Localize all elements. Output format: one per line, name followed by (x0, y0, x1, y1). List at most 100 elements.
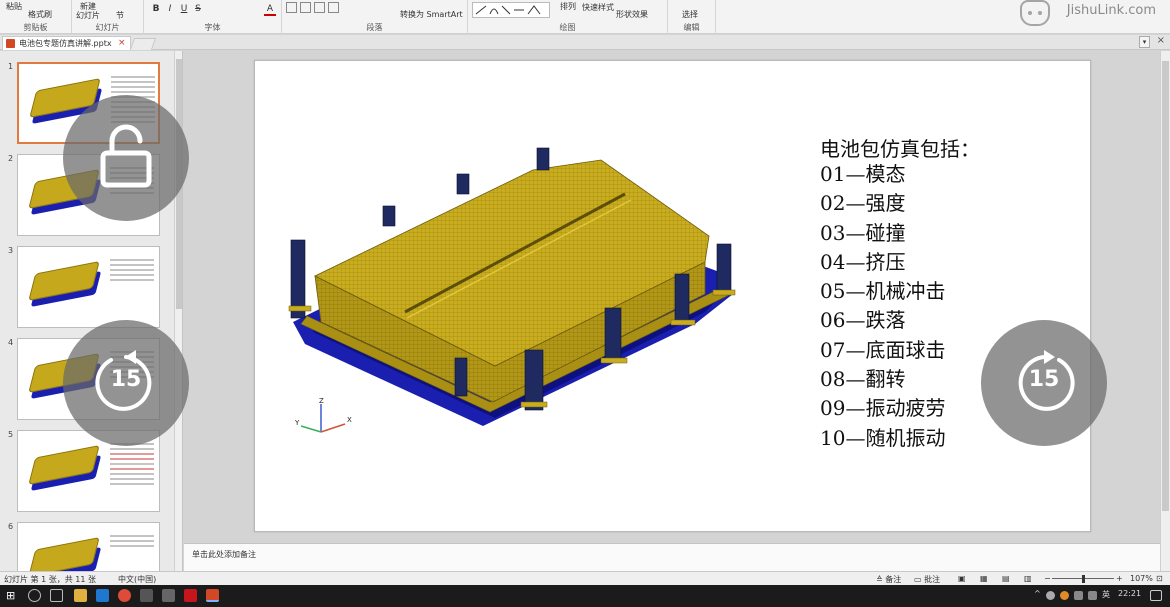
skip-forward-seconds: 15 (1028, 367, 1060, 392)
font-group: B I U S A 字体 (144, 0, 282, 34)
taskbar-clock[interactable]: 22:21 (1118, 589, 1141, 598)
bold-button[interactable]: B (150, 4, 162, 16)
slides-group: 新建 幻灯片 节 幻灯片 (72, 0, 144, 34)
new-slide-sub-label: 幻灯片 (76, 11, 100, 20)
slide-sorter-icon[interactable]: ▦ (980, 574, 988, 583)
task-view-icon[interactable] (50, 589, 63, 602)
notes-pane[interactable]: 单击此处添加备注 (184, 543, 1160, 571)
strikethrough-button[interactable]: S (192, 4, 204, 16)
align-left-icon[interactable] (286, 2, 297, 13)
pdf-reader-icon[interactable] (184, 589, 197, 602)
file-explorer-icon[interactable] (74, 589, 87, 602)
italic-button[interactable]: I (164, 4, 176, 16)
skip-back-overlay-button[interactable]: 15 (63, 320, 189, 446)
font-group-label: 字体 (204, 23, 221, 32)
list-item: 08—翻转 (820, 367, 906, 392)
zoom-slider-handle[interactable] (1082, 575, 1085, 583)
comments-toggle-label: 批注 (924, 575, 941, 584)
justify-icon[interactable] (328, 2, 339, 13)
list-item: 09—振动疲劳 (820, 396, 946, 421)
tab-list-dropdown-icon[interactable]: ▾ (1139, 36, 1150, 48)
align-right-icon[interactable] (314, 2, 325, 13)
reading-view-icon[interactable]: ▤ (1002, 574, 1010, 583)
arrange-button[interactable]: 排列 (560, 1, 576, 12)
paragraph-group: 转换为 SmartArt 段落 (282, 0, 468, 34)
list-item: 06—跌落 (820, 308, 906, 333)
slide-canvas[interactable]: Z Y X 电池包仿真包括： 01—模态 02—强度 03—碰撞 04—挤压 0… (254, 60, 1091, 532)
zoom-in-button[interactable]: + (1116, 574, 1123, 583)
paragraph-group-label: 段落 (366, 23, 383, 32)
axis-x-label: X (347, 416, 352, 424)
smartart-button[interactable]: 转换为 SmartArt (400, 9, 463, 20)
document-tab[interactable]: 电池包专题仿真讲解.pptx × (2, 36, 131, 50)
list-item: 10—随机振动 (820, 425, 946, 450)
tray-app-icon[interactable] (1060, 591, 1069, 600)
axis-z-label: Z (319, 397, 324, 405)
align-center-icon[interactable] (300, 2, 311, 13)
watermark-text: JishuLink.com (1066, 3, 1156, 18)
thumb-number: 6 (8, 522, 14, 531)
slide-bullet-list[interactable]: 01—模态 02—强度 03—碰撞 04—挤压 05—机械冲击 06—跌落 07… (820, 160, 945, 453)
drawing-group-label: 绘图 (559, 23, 576, 32)
slide-editor: Z Y X 电池包仿真包括： 01—模态 02—强度 03—碰撞 04—挤压 0… (184, 51, 1160, 543)
unlock-icon (100, 124, 152, 188)
drawing-group: 排列 快速样式 形状效果 绘图 (468, 0, 668, 34)
app-icon[interactable] (162, 589, 175, 602)
list-item: 02—强度 (820, 191, 906, 216)
list-item: 01—模态 (820, 162, 906, 186)
normal-view-icon[interactable]: ▣ (958, 574, 966, 583)
slideshow-icon[interactable]: ▥ (1024, 574, 1032, 583)
slide-title[interactable]: 电池包仿真包括： (820, 133, 980, 162)
tray-volume-icon[interactable] (1088, 591, 1097, 600)
list-item: 04—挤压 (820, 249, 906, 274)
axis-y-label: Y (295, 419, 300, 427)
zoom-out-button[interactable]: − (1044, 574, 1051, 583)
document-tab-close-icon[interactable]: × (118, 37, 126, 50)
slide-thumbnail-6[interactable] (17, 522, 160, 571)
thumb-number: 2 (8, 154, 14, 163)
language-indicator[interactable]: 中文(中国) (118, 574, 156, 585)
windows-taskbar: ⊞ ^ 英 22:21 (0, 585, 1170, 607)
paste-button[interactable]: 粘贴 (6, 1, 22, 12)
powerpoint-window: 粘贴 格式刷 剪贴板 新建 幻灯片 节 幻灯片 B I U S A 字体 转换为… (0, 0, 1170, 607)
ime-indicator[interactable]: 英 (1102, 589, 1110, 600)
thumb-number: 5 (8, 430, 14, 439)
section-button[interactable]: 节 (116, 10, 124, 21)
select-button[interactable]: 选择 (682, 9, 698, 20)
notes-toggle-label: 备注 (885, 575, 902, 584)
screen-lock-overlay-button[interactable] (63, 95, 189, 221)
new-tab-button[interactable] (129, 38, 157, 50)
windows-start-icon[interactable]: ⊞ (6, 589, 19, 602)
thumb-pack-image (28, 537, 102, 571)
tray-chevron-icon[interactable]: ^ (1034, 589, 1041, 598)
edge-browser-icon[interactable] (96, 589, 109, 602)
quick-styles-button[interactable]: 快速样式 (582, 2, 614, 13)
editor-scrollbar[interactable] (1160, 51, 1170, 571)
notification-center-icon[interactable] (1150, 590, 1162, 601)
app-icon[interactable] (140, 589, 153, 602)
skip-forward-overlay-button[interactable]: 15 (981, 320, 1107, 446)
format-painter-button[interactable]: 格式刷 (28, 9, 52, 20)
thumb-pack-image (28, 445, 102, 491)
search-icon[interactable] (28, 589, 41, 602)
chrome-browser-icon[interactable] (118, 589, 131, 602)
window-close-icon[interactable]: × (1157, 35, 1165, 46)
tray-app-icon[interactable] (1046, 591, 1055, 600)
zoom-level[interactable]: 107% (1130, 574, 1153, 583)
battery-pack-image (288, 147, 736, 426)
font-color-button[interactable]: A (264, 4, 276, 16)
thumb-text-lines (110, 535, 154, 550)
document-tab-label: 电池包专题仿真讲解.pptx (19, 39, 112, 48)
thumb-text-lines (110, 259, 154, 284)
fit-slide-icon[interactable]: ⊡ (1156, 574, 1163, 583)
comments-toggle-button[interactable]: ▭ 批注 (914, 574, 940, 585)
powerpoint-taskbar-icon[interactable] (206, 589, 219, 602)
tray-network-icon[interactable] (1074, 591, 1083, 600)
slide-counter: 幻灯片 第 1 张，共 11 张 (4, 575, 96, 584)
notes-toggle-button[interactable]: ≙ 备注 (876, 574, 901, 585)
underline-button[interactable]: U (178, 4, 190, 16)
shape-effects-button[interactable]: 形状效果 (616, 9, 648, 20)
status-bar: 幻灯片 第 1 张，共 11 张 中文(中国) ≙ 备注 ▭ 批注 ▣ ▦ ▤ … (0, 571, 1170, 585)
shapes-gallery-icon[interactable] (472, 2, 550, 18)
slide-thumbnail-3[interactable] (17, 246, 160, 328)
